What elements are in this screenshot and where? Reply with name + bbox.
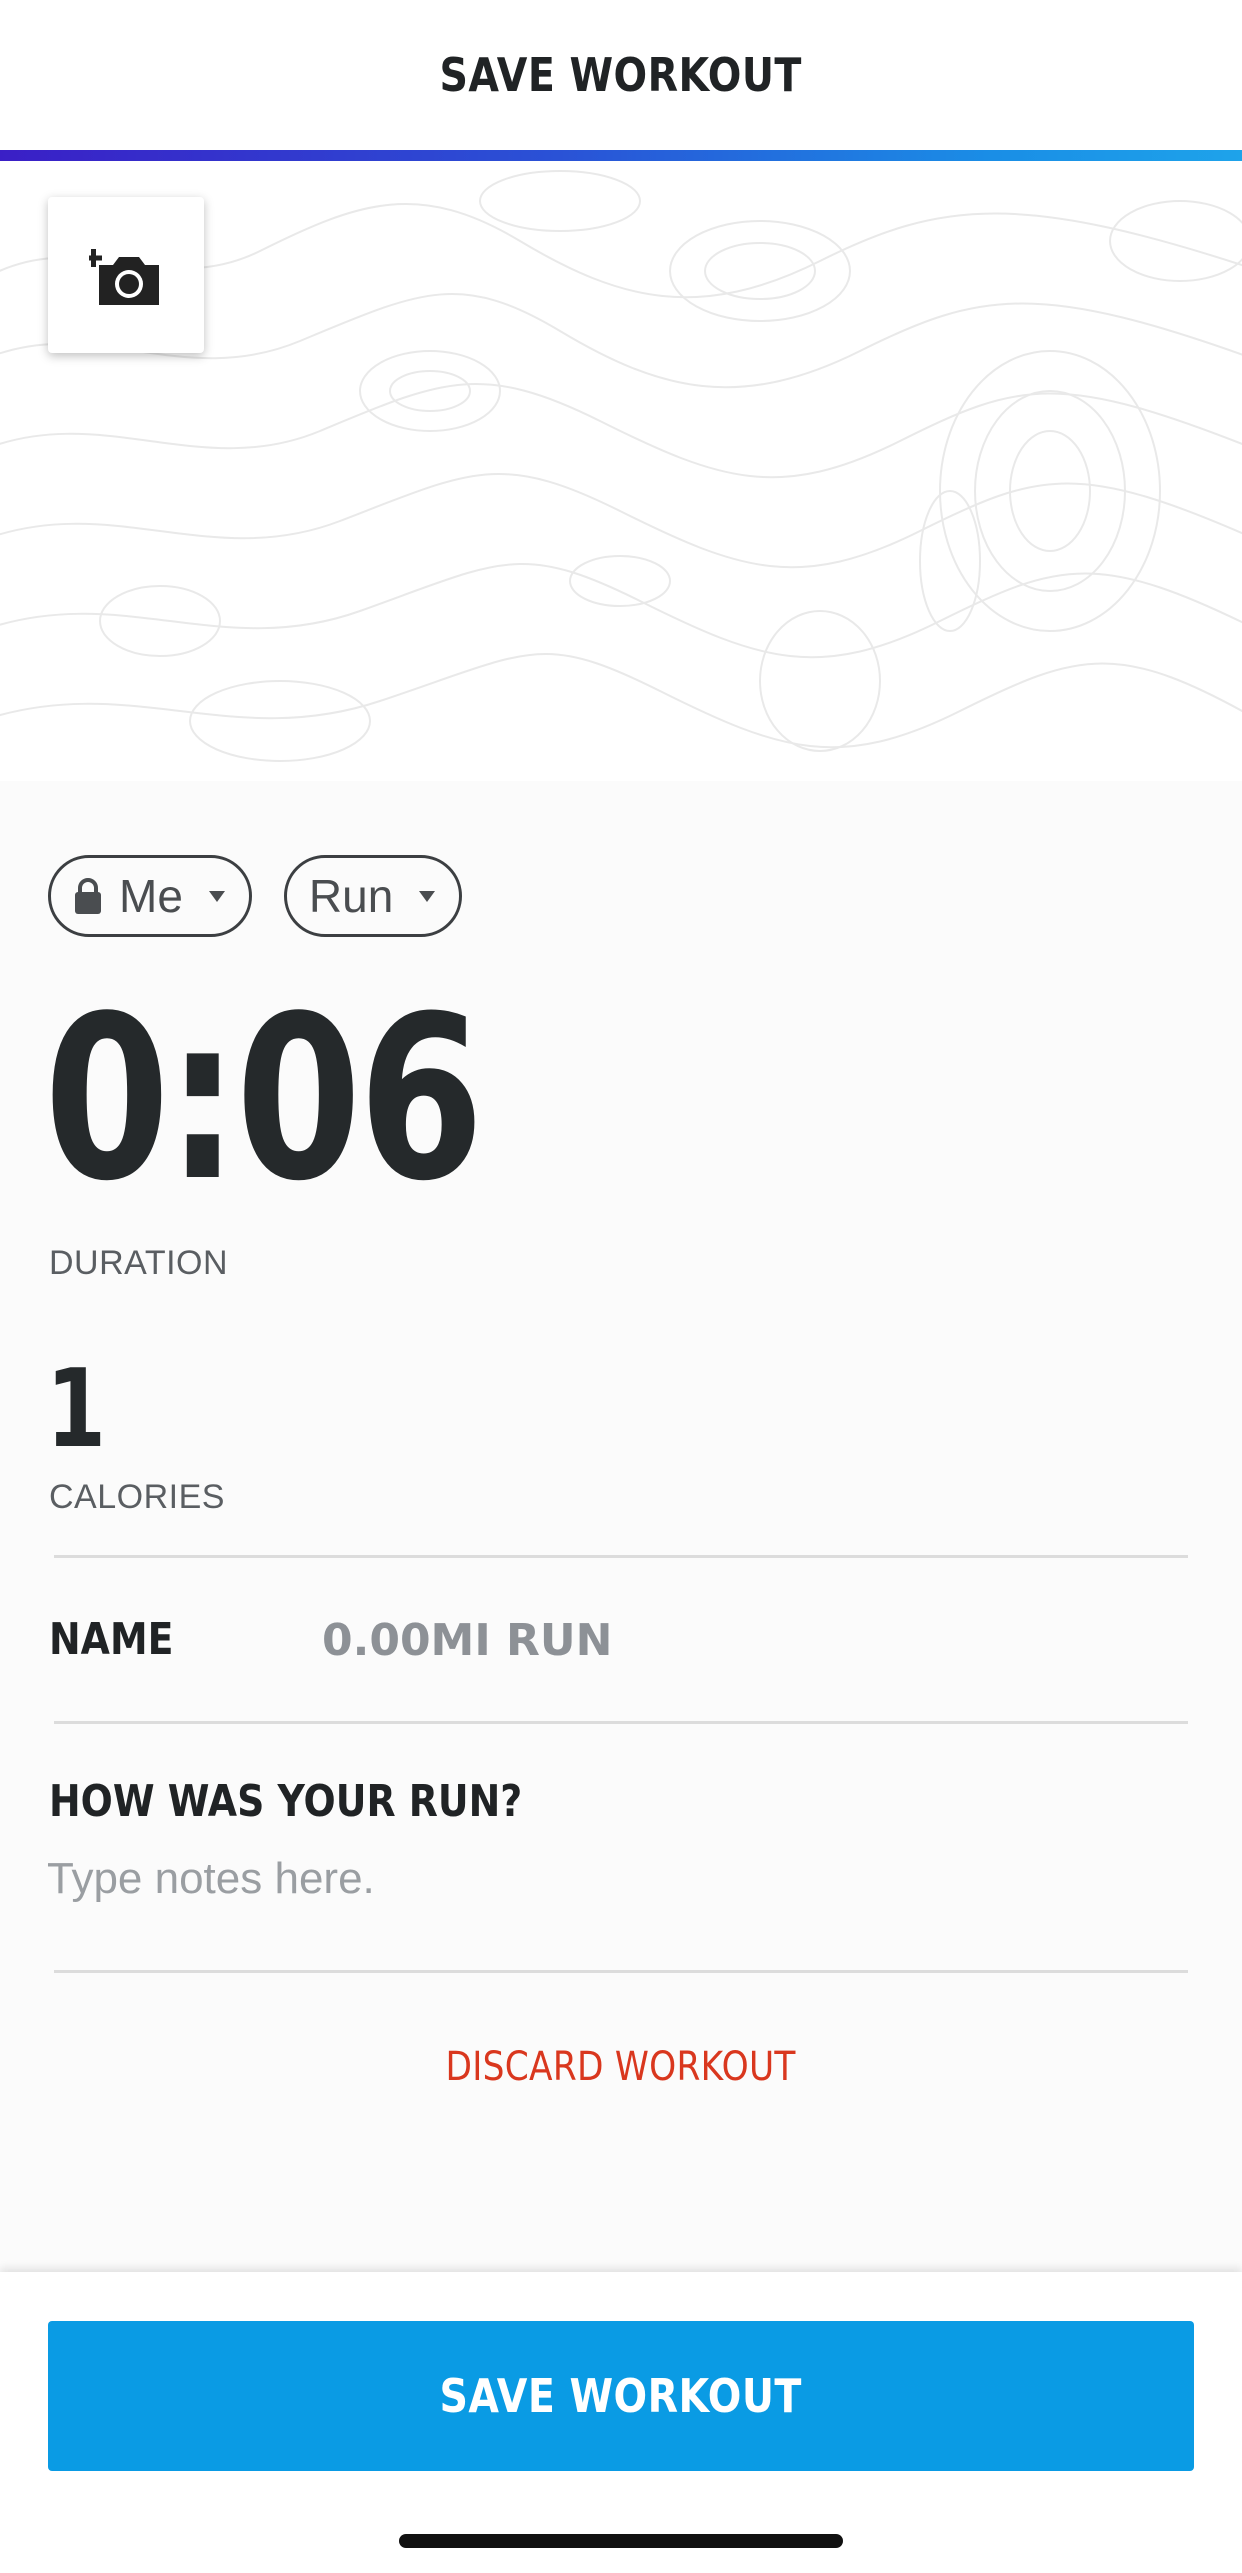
notes-title: HOW WAS YOUR RUN? [49, 1776, 523, 1827]
home-indicator [399, 2534, 843, 2548]
divider [54, 1970, 1188, 1973]
privacy-label: Me [119, 870, 183, 922]
chevron-down-icon [208, 890, 225, 902]
calories-value: 1 [46, 1347, 107, 1472]
workout-options: Me Run [48, 855, 463, 937]
activity-type-label: Run [308, 870, 394, 922]
save-workout-screen: SAVE WORKOUT Me Run 0:06 DURATION 1 CALO… [0, 0, 1242, 2573]
activity-type-selector[interactable]: Run [283, 855, 463, 937]
chevron-down-icon [419, 890, 436, 902]
privacy-selector[interactable]: Me [48, 855, 252, 937]
duration-value: 0:06 [44, 968, 484, 1231]
divider [54, 1555, 1188, 1558]
header-gradient-bar [0, 150, 1242, 161]
workout-name-input[interactable] [322, 1610, 1182, 1670]
page-title: SAVE WORKOUT [439, 48, 803, 102]
camera-plus-icon [89, 249, 159, 305]
divider [54, 1721, 1188, 1724]
save-workout-button[interactable]: SAVE WORKOUT [48, 2321, 1194, 2471]
header: SAVE WORKOUT [0, 0, 1242, 150]
calories-label: CALORIES [49, 1478, 225, 1516]
save-workout-label: SAVE WORKOUT [439, 2369, 803, 2423]
lock-icon [75, 878, 101, 914]
notes-input[interactable] [47, 1854, 1187, 1918]
name-label: NAME [49, 1614, 174, 1665]
discard-workout-container: DISCARD WORKOUT [0, 2044, 1242, 2090]
add-photo-button[interactable] [48, 197, 204, 353]
photo-hero [0, 161, 1242, 781]
discard-workout-button[interactable]: DISCARD WORKOUT [446, 2044, 796, 2090]
duration-label: DURATION [49, 1244, 229, 1282]
bottom-action-bar: SAVE WORKOUT [0, 2272, 1242, 2573]
